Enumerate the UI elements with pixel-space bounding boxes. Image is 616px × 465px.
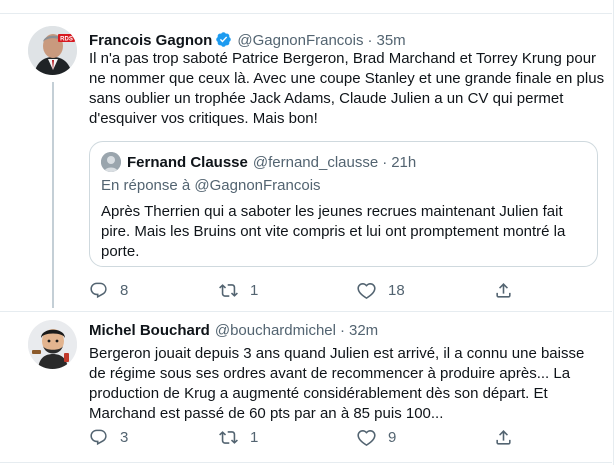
quoted-tweet-card[interactable]: Fernand Clausse @fernand_clausse · 21h E… (89, 141, 598, 267)
separator: · (339, 322, 345, 339)
thread-line (52, 82, 54, 308)
reply-count: 3 (120, 429, 129, 446)
share-icon (496, 283, 511, 298)
display-name[interactable]: Francois Gagnon (89, 32, 212, 49)
tweet-text: Bergeron jouait depuis 3 ans quand Julie… (89, 345, 585, 422)
quote-header: Fernand Clausse @fernand_clausse · 21h (101, 152, 416, 172)
like-count: 18 (388, 282, 405, 299)
verified-badge-icon (215, 31, 232, 48)
timeline: RDS Francois Gagnon @GagnonFrancois · 35… (0, 0, 616, 465)
retweet-button[interactable]: 1 (219, 281, 258, 300)
share-button[interactable] (494, 281, 513, 300)
share-button[interactable] (494, 428, 513, 447)
reply-icon (90, 429, 107, 446)
heart-icon (357, 282, 376, 299)
separator: · (367, 32, 373, 49)
handle[interactable]: @bouchardmichel (215, 322, 336, 339)
retweet-button[interactable]: 1 (219, 428, 258, 447)
like-count: 9 (388, 429, 397, 446)
reply-button[interactable]: 8 (89, 281, 128, 300)
retweet-count: 1 (250, 429, 259, 446)
separator: · (382, 153, 388, 171)
display-name[interactable]: Michel Bouchard (89, 322, 210, 339)
quote-avatar (101, 152, 121, 172)
tweet-text: Il n'a pas trop saboté Patrice Bergeron,… (89, 50, 605, 127)
share-icon (496, 430, 511, 445)
divider (0, 311, 612, 312)
tweet-header: Michel Bouchard @bouchardmichel · 32m (89, 322, 378, 339)
timestamp[interactable]: 35m (376, 32, 405, 49)
retweet-icon (219, 284, 238, 297)
reply-button[interactable]: 3 (89, 428, 128, 447)
divider (0, 13, 612, 14)
quote-display-name: Fernand Clausse (127, 153, 248, 171)
quote-text: Après Therrien qui a saboter les jeunes … (101, 203, 566, 260)
quote-timestamp: 21h (391, 153, 417, 171)
heart-icon (357, 429, 376, 446)
reply-icon (90, 282, 107, 299)
quote-handle: @fernand_clausse (252, 153, 379, 171)
avatar[interactable] (28, 320, 77, 369)
rds-logo-text: RDS (60, 37, 73, 43)
reply-count: 8 (120, 282, 129, 299)
avatar[interactable]: RDS (28, 26, 77, 75)
tweet-header: Francois Gagnon @GagnonFrancois · 35m (89, 28, 406, 49)
like-button[interactable]: 18 (357, 281, 405, 300)
column-border (613, 0, 614, 465)
divider (0, 462, 612, 463)
like-button[interactable]: 9 (357, 428, 396, 447)
timestamp[interactable]: 32m (349, 322, 378, 339)
reply-to-label: En réponse à @GagnonFrancois (101, 177, 321, 194)
retweet-count: 1 (250, 282, 259, 299)
retweet-icon (219, 431, 238, 444)
handle[interactable]: @GagnonFrancois (237, 32, 363, 49)
